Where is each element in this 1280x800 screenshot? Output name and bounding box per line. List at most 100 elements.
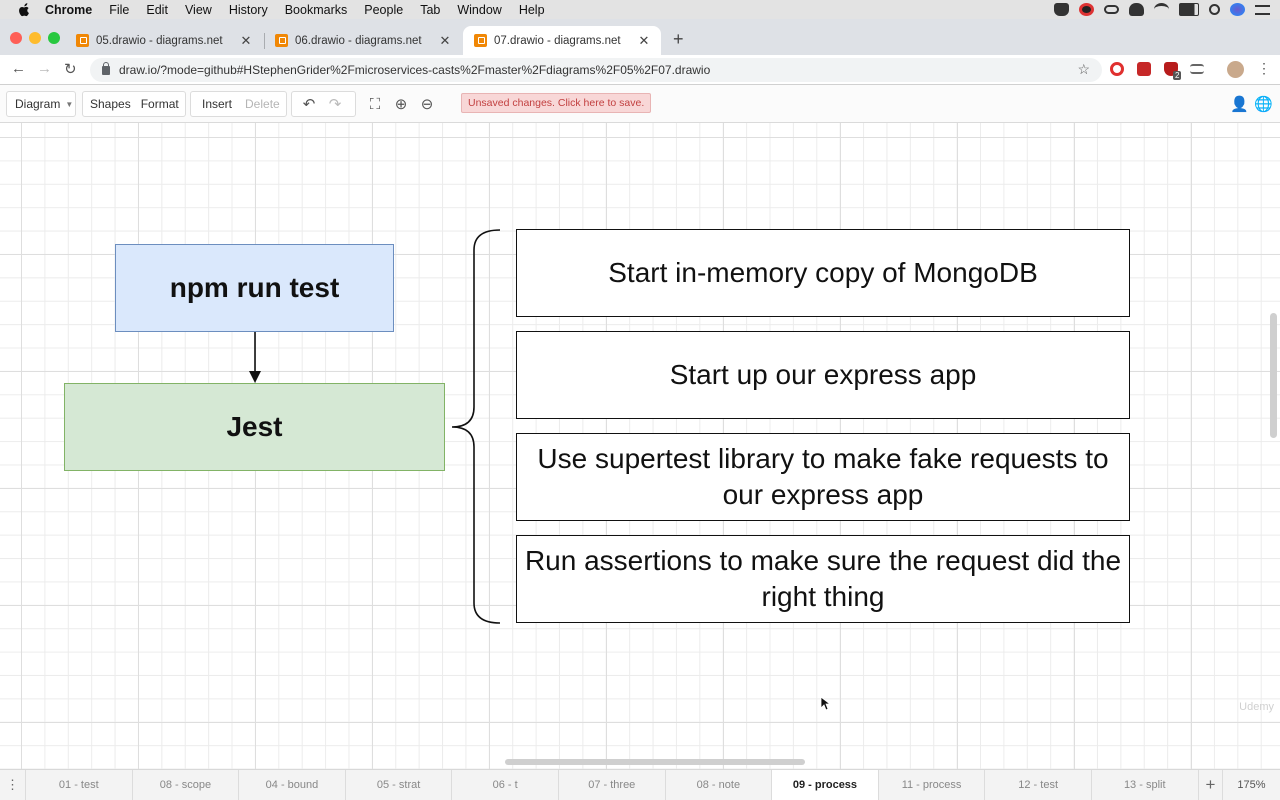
page-tab[interactable]: 04 - bound xyxy=(239,770,346,800)
docker-icon[interactable] xyxy=(1054,3,1069,16)
globe-language-icon[interactable]: 🌐 xyxy=(1254,95,1273,113)
zoom-level-indicator[interactable]: 175% xyxy=(1222,770,1280,800)
profile-avatar[interactable] xyxy=(1227,61,1244,78)
unsaved-changes-notice[interactable]: Unsaved changes. Click here to save. xyxy=(461,93,652,113)
chevron-down-icon: ▼ xyxy=(65,99,74,109)
jest-box[interactable]: Jest xyxy=(64,383,445,471)
browser-tab-05[interactable]: 05.drawio - diagrams.net ✕ xyxy=(65,26,263,55)
apple-logo-icon[interactable] xyxy=(17,2,31,17)
zoom-out-icon[interactable]: ⊖ xyxy=(414,95,440,113)
page-tab[interactable]: 05 - strat xyxy=(346,770,453,800)
system-tray xyxy=(1054,1,1270,18)
glasses-icon[interactable] xyxy=(1104,5,1119,14)
page-tabs-bar: ⋮ 01 - test 08 - scope 04 - bound 05 - s… xyxy=(0,769,1280,800)
menu-tab[interactable]: Tab xyxy=(420,3,440,17)
minimize-window-button[interactable] xyxy=(29,32,41,44)
format-button[interactable]: Format xyxy=(136,97,184,111)
page-tab[interactable]: 06 - t xyxy=(452,770,559,800)
redo-icon[interactable]: ↷ xyxy=(322,95,348,113)
macos-menu-bar: Chrome File Edit View History Bookmarks … xyxy=(0,0,1280,19)
menu-app-name[interactable]: Chrome xyxy=(45,3,92,17)
menu-history[interactable]: History xyxy=(229,3,268,17)
tab-title: 07.drawio - diagrams.net xyxy=(494,34,621,47)
reading-list-icon[interactable] xyxy=(1190,64,1204,74)
udemy-watermark: Udemy xyxy=(1239,701,1274,713)
shapes-button[interactable]: Shapes xyxy=(83,97,136,111)
edit-group: Insert Delete xyxy=(190,91,287,117)
curly-brace xyxy=(451,229,501,624)
delete-button[interactable]: Delete xyxy=(237,97,285,111)
zoom-in-icon[interactable]: ⊕ xyxy=(388,95,414,113)
step-box-supertest[interactable]: Use supertest library to make fake reque… xyxy=(516,433,1130,521)
flow-arrow-head xyxy=(249,371,261,383)
diagram-canvas[interactable]: npm run test Jest Start in-memory copy o… xyxy=(0,123,1280,769)
page-tab[interactable]: 07 - three xyxy=(559,770,666,800)
notification-center-icon[interactable] xyxy=(1255,4,1270,15)
npm-run-test-box[interactable]: npm run test xyxy=(115,244,394,332)
browser-tab-07[interactable]: 07.drawio - diagrams.net ✕ xyxy=(463,26,661,55)
user-icon[interactable]: 👤 xyxy=(1230,95,1249,113)
page-tab-active[interactable]: 09 - process xyxy=(772,770,879,800)
extension-red-icon[interactable] xyxy=(1137,62,1151,76)
menu-view[interactable]: View xyxy=(185,3,212,17)
page-tab[interactable]: 08 - note xyxy=(666,770,773,800)
drawio-favicon-icon xyxy=(275,34,288,47)
siri-icon[interactable] xyxy=(1230,3,1245,16)
new-tab-icon[interactable]: + xyxy=(673,29,684,50)
page-tab-list: 01 - test 08 - scope 04 - bound 05 - str… xyxy=(26,770,1199,800)
battery-icon[interactable] xyxy=(1179,3,1199,16)
undo-icon[interactable]: ↶ xyxy=(296,95,322,113)
vertical-scrollbar[interactable] xyxy=(1270,313,1277,438)
browser-tab-06[interactable]: 06.drawio - diagrams.net ✕ xyxy=(264,26,462,55)
pages-menu-icon[interactable]: ⋮ xyxy=(0,770,26,800)
spotlight-search-icon[interactable] xyxy=(1209,4,1220,15)
chrome-menu-icon[interactable]: ⋮ xyxy=(1257,60,1271,77)
menu-people[interactable]: People xyxy=(364,3,403,17)
cloud-icon[interactable] xyxy=(1129,3,1144,16)
menu-file[interactable]: File xyxy=(109,3,129,17)
tab-title: 05.drawio - diagrams.net xyxy=(96,34,223,47)
diagram-menu-button[interactable]: Diagram xyxy=(7,97,65,111)
close-tab-icon[interactable]: ✕ xyxy=(636,33,652,49)
opera-extension-icon[interactable] xyxy=(1110,62,1124,76)
back-icon[interactable]: ← xyxy=(11,60,26,77)
add-page-button[interactable]: + xyxy=(1198,770,1222,800)
page-tab[interactable]: 01 - test xyxy=(26,770,133,800)
address-bar[interactable]: draw.io/?mode=github#HStephenGrider%2Fmi… xyxy=(90,58,1102,82)
panels-group: Shapes Format xyxy=(82,91,186,117)
browser-toolbar: ← → ↻ draw.io/?mode=github#HStephenGride… xyxy=(0,55,1280,85)
page-tab[interactable]: 08 - scope xyxy=(133,770,240,800)
close-tab-icon[interactable]: ✕ xyxy=(238,33,254,49)
wifi-icon[interactable] xyxy=(1154,3,1169,16)
tab-title: 06.drawio - diagrams.net xyxy=(295,34,422,47)
step-box-assertions[interactable]: Run assertions to make sure the request … xyxy=(516,535,1130,623)
menu-window[interactable]: Window xyxy=(457,3,501,17)
menu-help[interactable]: Help xyxy=(519,3,545,17)
record-icon[interactable] xyxy=(1079,3,1094,16)
url-text[interactable]: draw.io/?mode=github#HStephenGrider%2Fmi… xyxy=(119,63,710,77)
forward-icon[interactable]: → xyxy=(37,60,52,77)
page-tab[interactable]: 13 - split xyxy=(1092,770,1199,800)
horizontal-scrollbar[interactable] xyxy=(505,759,805,765)
step-box-mongodb[interactable]: Start in-memory copy of MongoDB xyxy=(516,229,1130,317)
page-tab[interactable]: 12 - test xyxy=(985,770,1092,800)
insert-button[interactable]: Insert xyxy=(191,97,237,111)
view-group: ⛶ ⊕ ⊖ xyxy=(362,91,454,117)
drawio-favicon-icon xyxy=(474,34,487,47)
close-window-button[interactable] xyxy=(10,32,22,44)
mouse-cursor-icon xyxy=(820,696,830,711)
drawio-favicon-icon xyxy=(76,34,89,47)
menu-bookmarks[interactable]: Bookmarks xyxy=(285,3,348,17)
menu-edit[interactable]: Edit xyxy=(146,3,168,17)
maximize-window-button[interactable] xyxy=(48,32,60,44)
reload-icon[interactable]: ↻ xyxy=(64,60,77,78)
page-tab[interactable]: 11 - process xyxy=(879,770,986,800)
bookmark-star-icon[interactable]: ☆ xyxy=(1077,61,1090,78)
drawio-toolbar: Diagram ▼ Shapes Format Insert Delete ↶ … xyxy=(0,85,1280,123)
fit-window-icon[interactable]: ⛶ xyxy=(362,96,388,113)
browser-tab-strip: 05.drawio - diagrams.net ✕ 06.drawio - d… xyxy=(0,19,1280,55)
diagram-menu-group: Diagram ▼ xyxy=(6,91,76,117)
history-group: ↶ ↷ xyxy=(291,91,356,117)
close-tab-icon[interactable]: ✕ xyxy=(437,33,453,49)
step-box-express-app[interactable]: Start up our express app xyxy=(516,331,1130,419)
